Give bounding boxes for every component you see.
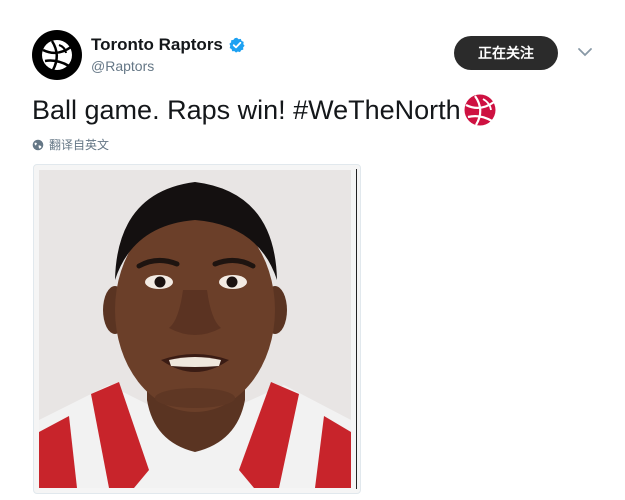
tweet-card: Toronto Raptors @Raptors 正在关注 Ball game.… (0, 0, 625, 500)
author-handle[interactable]: @Raptors (91, 58, 154, 74)
media-frame-edge (356, 169, 357, 489)
tweet-text-container: Ball game. Raps win! #WeTheNorth (32, 93, 497, 127)
raptors-basketball-icon (464, 94, 496, 126)
tweet-media-photo[interactable] (33, 164, 361, 494)
following-button[interactable]: 正在关注 (454, 36, 558, 70)
player-portrait-image (39, 170, 351, 488)
translate-link[interactable]: 翻译自英文 (32, 136, 109, 153)
author-display-name[interactable]: Toronto Raptors (91, 35, 223, 55)
verified-badge-icon (229, 37, 245, 53)
author-avatar[interactable] (32, 30, 82, 80)
globe-icon (32, 139, 44, 150)
raptors-ball-logo-icon (42, 40, 72, 71)
tweet-text: Ball game. Raps win! #WeTheNorth (32, 94, 461, 125)
chevron-down-icon[interactable] (576, 46, 594, 58)
translate-label: 翻译自英文 (49, 138, 110, 152)
author-name-row: Toronto Raptors (91, 35, 245, 55)
